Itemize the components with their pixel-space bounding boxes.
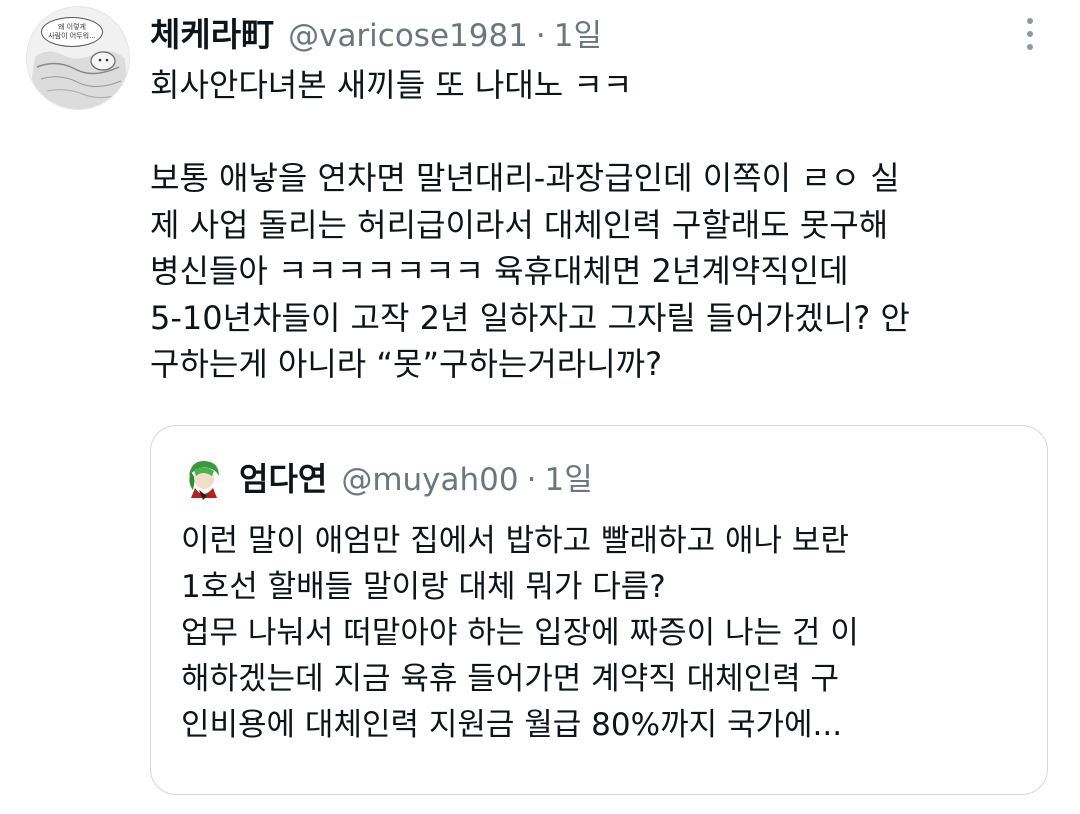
avatar-caption-line: 왜 이렇게 bbox=[58, 23, 86, 31]
tweet-text-line: 구하는게 아니라 “못”구하는거라니까? bbox=[150, 345, 663, 383]
tweet-text-line: 회사안다녀본 새끼들 또 나대노 ㅋㅋ bbox=[150, 66, 633, 104]
more-vertical-icon bbox=[1027, 18, 1033, 24]
header-separator: · bbox=[535, 18, 546, 54]
quoted-text-line: 1호선 할배들 말이랑 대체 뭐가 다름? bbox=[181, 569, 666, 605]
quoted-text-line: 이런 말이 애엄만 집에서 밥하고 빨래하고 애나 보란 bbox=[181, 523, 849, 559]
quoted-tweet-header: 엄다연 @muyah00 · 1일 bbox=[239, 454, 593, 500]
tweet-header: 체케라町 @varicose1981 · 1일 bbox=[150, 8, 602, 58]
more-options-button[interactable] bbox=[1015, 12, 1045, 56]
quoted-tweet-body: 이런 말이 애엄만 집에서 밥하고 빨래하고 애나 보란 1호선 할배들 말이랑… bbox=[181, 518, 1031, 748]
quoted-author-avatar[interactable] bbox=[181, 456, 225, 500]
tweet-text-line: 5-10년차들이 고작 2년 일하자고 그자릴 들어가겠니? 안 bbox=[150, 298, 910, 337]
quoted-author-display-name[interactable]: 엄다연 bbox=[239, 454, 327, 500]
more-vertical-icon bbox=[1027, 31, 1033, 37]
author-handle[interactable]: @varicose1981 bbox=[288, 18, 528, 54]
tweet-text-line: 병신들아 ㅋㅋㅋㅋㅋㅋㅋ 육휴대체면 2년계약직인데 bbox=[150, 252, 849, 290]
avatar-caption-line: 사람이 어두워... bbox=[48, 32, 96, 40]
author-avatar[interactable]: 왜 이렇게 사람이 어두워... bbox=[26, 6, 130, 110]
tweet-blank-line bbox=[150, 109, 1050, 156]
tweet-body: 회사안다녀본 새끼들 또 나대노 ㅋㅋ 보통 애낳을 연차면 말년대리-과장급인… bbox=[150, 62, 1050, 388]
quoted-text-line: 해하겠는데 지금 육휴 들어가면 계약직 대체인력 구 bbox=[181, 661, 840, 697]
quoted-text-line: 업무 나눠서 떠맡아야 하는 입장에 짜증이 나는 건 이 bbox=[181, 615, 859, 651]
tweet-timestamp[interactable]: 1일 bbox=[554, 10, 602, 55]
author-display-name[interactable]: 체케라町 bbox=[150, 8, 274, 56]
avatar-speech-bubble: 왜 이렇게 사람이 어두워... bbox=[41, 17, 103, 47]
quoted-header-separator: · bbox=[526, 462, 537, 498]
tweet: 왜 이렇게 사람이 어두워... 체케라町 @varicose1981 · 1일… bbox=[0, 0, 1080, 814]
quoted-tweet-timestamp[interactable]: 1일 bbox=[544, 454, 592, 499]
tweet-text-line: 제 사업 돌리는 허리급이라서 대체인력 구할래도 못구해 bbox=[150, 205, 889, 244]
quoted-tweet-card[interactable]: 엄다연 @muyah00 · 1일 이런 말이 애엄만 집에서 밥하고 빨래하고… bbox=[150, 425, 1048, 795]
more-vertical-icon bbox=[1027, 44, 1033, 50]
quoted-author-handle[interactable]: @muyah00 bbox=[341, 462, 518, 498]
tweet-text-line: 보통 애낳을 연차면 말년대리-과장급인데 이쪽이 ㄹㅇ 실 bbox=[150, 159, 900, 197]
quoted-text-line: 인비용에 대체인력 지원금 월급 80%까지 국가에... bbox=[181, 707, 843, 743]
